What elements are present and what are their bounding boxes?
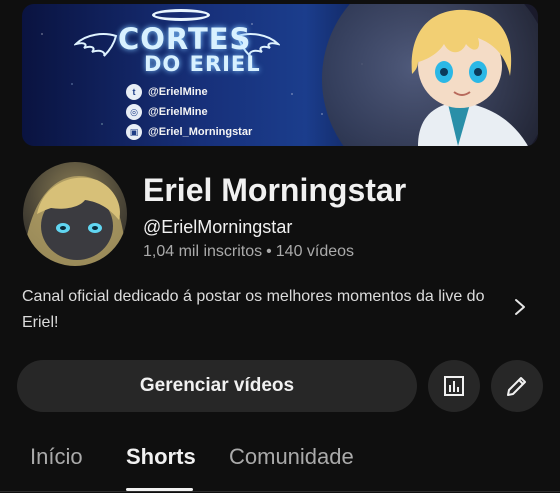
social-twitch: ▣ @Eriel_Morningstar bbox=[126, 122, 252, 142]
banner-title-line1: CORTES bbox=[118, 22, 252, 56]
channel-description[interactable]: Canal oficial dedicado á postar os melho… bbox=[22, 284, 502, 336]
twitter-icon: t bbox=[126, 84, 142, 100]
channel-banner: CORTES DO ERIEL t @ErielMine ◎ @ErielMin… bbox=[22, 4, 538, 146]
channel-name: Eriel Morningstar bbox=[143, 172, 407, 208]
manage-videos-button[interactable]: Gerenciar vídeos bbox=[17, 360, 417, 412]
left-wing-icon bbox=[74, 33, 118, 57]
channel-avatar[interactable] bbox=[23, 162, 127, 266]
social-label: @ErielMine bbox=[148, 106, 208, 118]
banner-socials: t @ErielMine ◎ @ErielMine ▣ @Eriel_Morni… bbox=[126, 82, 252, 142]
banner-title-line2: DO ERIEL bbox=[144, 52, 261, 76]
tabs-divider bbox=[0, 491, 560, 492]
analytics-button[interactable] bbox=[428, 360, 480, 412]
tab-inicio[interactable]: Início bbox=[30, 444, 83, 470]
social-label: @ErielMine bbox=[148, 86, 208, 98]
stats-separator: • bbox=[266, 243, 272, 260]
chevron-right-icon[interactable] bbox=[510, 296, 530, 318]
social-label: @Eriel_Morningstar bbox=[148, 126, 253, 138]
video-count: 140 vídeos bbox=[275, 243, 355, 260]
analytics-icon bbox=[444, 376, 464, 396]
pencil-icon bbox=[507, 377, 526, 396]
avatar-art bbox=[23, 176, 127, 266]
social-instagram: ◎ @ErielMine bbox=[126, 102, 252, 122]
twitch-icon: ▣ bbox=[126, 124, 142, 140]
edit-channel-button[interactable] bbox=[491, 360, 543, 412]
tab-shorts[interactable]: Shorts bbox=[126, 444, 196, 470]
channel-tabs: Início Shorts Comunidade bbox=[0, 440, 560, 493]
halo-icon bbox=[152, 9, 210, 21]
channel-handle: @ErielMorningstar bbox=[143, 217, 293, 237]
social-twitter: t @ErielMine bbox=[126, 82, 252, 102]
tab-comunidade[interactable]: Comunidade bbox=[229, 444, 354, 470]
banner-character-art bbox=[411, 9, 528, 146]
instagram-icon: ◎ bbox=[126, 104, 142, 120]
channel-stats: 1,04 mil inscritos • 140 vídeos bbox=[143, 243, 354, 261]
subscriber-count: 1,04 mil inscritos bbox=[143, 243, 263, 260]
